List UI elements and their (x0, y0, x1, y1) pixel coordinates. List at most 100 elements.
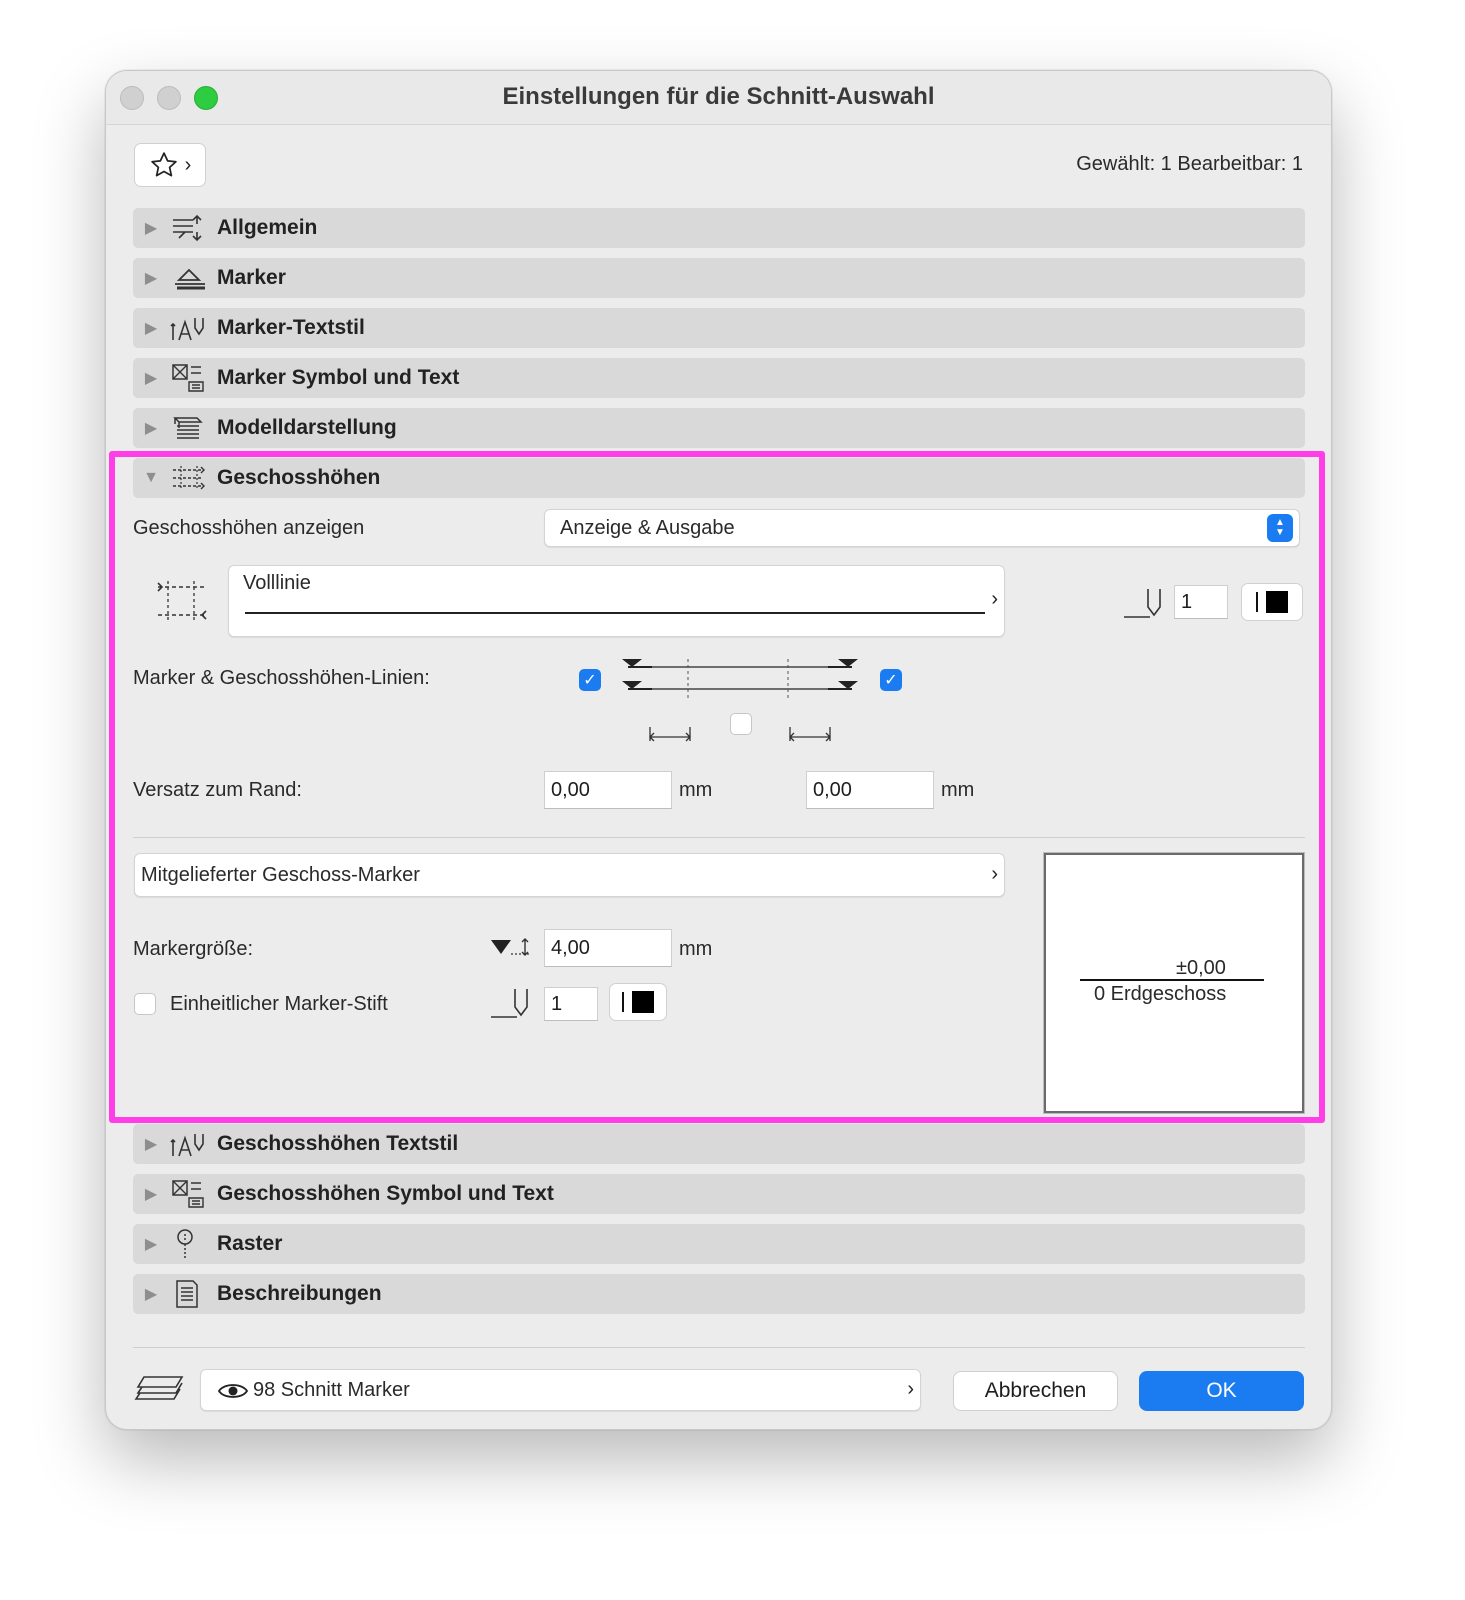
disclosure-triangle-icon: ▶ (144, 370, 158, 387)
settings-dialog: Einstellungen für die Schnitt-Auswahl › … (105, 70, 1332, 1430)
star-icon (150, 152, 177, 177)
line-type-select[interactable]: Volllinie › (228, 565, 1005, 637)
pen-number-field[interactable]: 1 (1174, 585, 1228, 619)
section-raster[interactable]: ▶ Raster (133, 1224, 1305, 1264)
section-label: Allgemein (217, 216, 318, 239)
marker-pen-number-field[interactable]: 1 (544, 987, 598, 1021)
disclosure-triangle-icon: ▶ (144, 1136, 158, 1153)
marker-size-label: Markergröße: (133, 938, 254, 960)
chevron-right-icon: › (991, 863, 998, 885)
title-bar: Einstellungen für die Schnitt-Auswahl (106, 71, 1331, 125)
section-label: Marker Symbol und Text (217, 366, 460, 389)
pen-icon (491, 989, 528, 1018)
eye-icon (217, 1384, 249, 1398)
layers-icon (134, 1376, 184, 1400)
marker-preview: ±0,00 0 Erdgeschoss (1043, 852, 1305, 1114)
section-allgemein[interactable]: ▶ Allgemein (133, 208, 1305, 248)
offset-right-field[interactable]: 0,00 (806, 771, 934, 809)
show-story-levels-label: Geschosshöhen anzeigen (133, 517, 365, 539)
section-label: Geschosshöhen (217, 466, 381, 489)
layer-select[interactable]: 98 Schnitt Marker › (200, 1369, 921, 1411)
pen-icon (1124, 589, 1161, 618)
description-icon (176, 1280, 198, 1308)
chevron-right-icon: › (184, 153, 192, 176)
section-label: Marker-Textstil (217, 316, 365, 339)
ok-button[interactable]: OK (1139, 1371, 1304, 1411)
symbol-text-icon (172, 364, 204, 392)
preview-level-line (1080, 979, 1264, 981)
line-type-icon (157, 581, 207, 621)
disclosure-triangle-icon: ▶ (144, 1186, 158, 1203)
disclosure-triangle-icon: ▶ (144, 1286, 158, 1303)
unit-label: mm (679, 779, 713, 801)
marker-size-field[interactable]: 4,00 (544, 929, 672, 967)
unit-label: mm (679, 938, 713, 960)
section-label: Modelldarstellung (217, 416, 397, 439)
marker-lines-diagram-icon (622, 659, 858, 699)
marker-size-icon (491, 938, 529, 956)
uniform-marker-pen-label: Einheitlicher Marker-Stift (170, 993, 388, 1015)
right-offset-arrow-icon (789, 727, 831, 742)
preview-level-name: 0 Erdgeschoss (1094, 983, 1227, 1005)
left-offset-arrow-icon (649, 727, 691, 742)
footer-divider (133, 1347, 1305, 1348)
window-title: Einstellungen für die Schnitt-Auswahl (502, 83, 935, 110)
left-marker-checkbox[interactable]: ✓ (579, 669, 601, 691)
line-type-value: Volllinie (243, 572, 311, 594)
divider (133, 837, 1305, 838)
model-display-icon (173, 417, 203, 439)
disclosure-triangle-icon: ▶ (144, 420, 158, 437)
grid-icon (177, 1229, 193, 1258)
section-geschosshoehen-textstil[interactable]: ▶ Geschosshöhen Textstil (133, 1124, 1305, 1164)
middle-line-checkbox[interactable] (730, 713, 752, 735)
marker-type-value: Mitgelieferter Geschoss-Marker (141, 864, 420, 886)
right-marker-checkbox[interactable]: ✓ (880, 669, 902, 691)
marker-lines-label: Marker & Geschosshöhen-Linien: (133, 667, 430, 689)
line-type-preview (245, 612, 985, 614)
section-marker[interactable]: ▶ Marker (133, 258, 1305, 298)
marker-type-select[interactable]: Mitgelieferter Geschoss-Marker › (134, 853, 1005, 897)
uniform-marker-pen-checkbox[interactable] (134, 993, 156, 1015)
offset-label: Versatz zum Rand: (133, 779, 302, 801)
text-style-icon (170, 318, 204, 341)
disclosure-triangle-open-icon: ▼ (143, 469, 159, 486)
disclosure-triangle-icon: ▶ (144, 1236, 158, 1253)
section-label: Geschosshöhen Symbol und Text (217, 1182, 554, 1205)
favorites-button[interactable]: › (134, 143, 206, 187)
show-story-levels-value: Anzeige & Ausgabe (560, 517, 735, 539)
chevron-right-icon: › (907, 1378, 914, 1400)
section-modelldarstellung[interactable]: ▶ Modelldarstellung (133, 408, 1305, 448)
section-geschosshoehen-symbol-text[interactable]: ▶ Geschosshöhen Symbol und Text (133, 1174, 1305, 1214)
disclosure-triangle-icon: ▶ (144, 270, 158, 287)
show-story-levels-select[interactable]: Anzeige & Ausgabe ▲ ▼ (544, 509, 1300, 547)
symbol-text-icon (172, 1180, 204, 1208)
section-label: Geschosshöhen Textstil (217, 1132, 459, 1155)
pen-color-button[interactable] (1241, 583, 1303, 621)
section-geschosshoehen[interactable]: ▼ Geschosshöhen (133, 458, 1305, 498)
select-stepper-icon: ▲ ▼ (1267, 514, 1293, 542)
marker-icon (175, 268, 205, 290)
marker-pen-color-button[interactable] (609, 983, 667, 1021)
section-label: Beschreibungen (217, 1282, 382, 1305)
section-label: Raster (217, 1232, 283, 1255)
pen-weight-indicator (1256, 592, 1258, 612)
chevron-right-icon: › (991, 588, 998, 610)
section-marker-symbol-text[interactable]: ▶ Marker Symbol und Text (133, 358, 1305, 398)
preview-level-value: ±0,00 (1176, 957, 1226, 979)
cancel-button[interactable]: Abbrechen (953, 1371, 1118, 1411)
disclosure-triangle-icon: ▶ (144, 320, 158, 337)
selection-info: Gewählt: 1 Bearbeitbar: 1 (1076, 153, 1303, 175)
general-settings-icon (173, 214, 202, 242)
layer-value: 98 Schnitt Marker (253, 1379, 410, 1401)
pen-weight-indicator (622, 992, 624, 1012)
story-levels-icon (173, 466, 205, 490)
section-label: Marker (217, 266, 286, 289)
section-marker-textstil[interactable]: ▶ Marker-Textstil (133, 308, 1305, 348)
unit-label: mm (941, 779, 975, 801)
offset-left-field[interactable]: 0,00 (544, 771, 672, 809)
section-beschreibungen[interactable]: ▶ Beschreibungen (133, 1274, 1305, 1314)
text-style-icon (170, 1134, 204, 1157)
disclosure-triangle-icon: ▶ (144, 220, 158, 237)
pen-color-swatch (1266, 591, 1288, 613)
pen-color-swatch (632, 991, 654, 1013)
